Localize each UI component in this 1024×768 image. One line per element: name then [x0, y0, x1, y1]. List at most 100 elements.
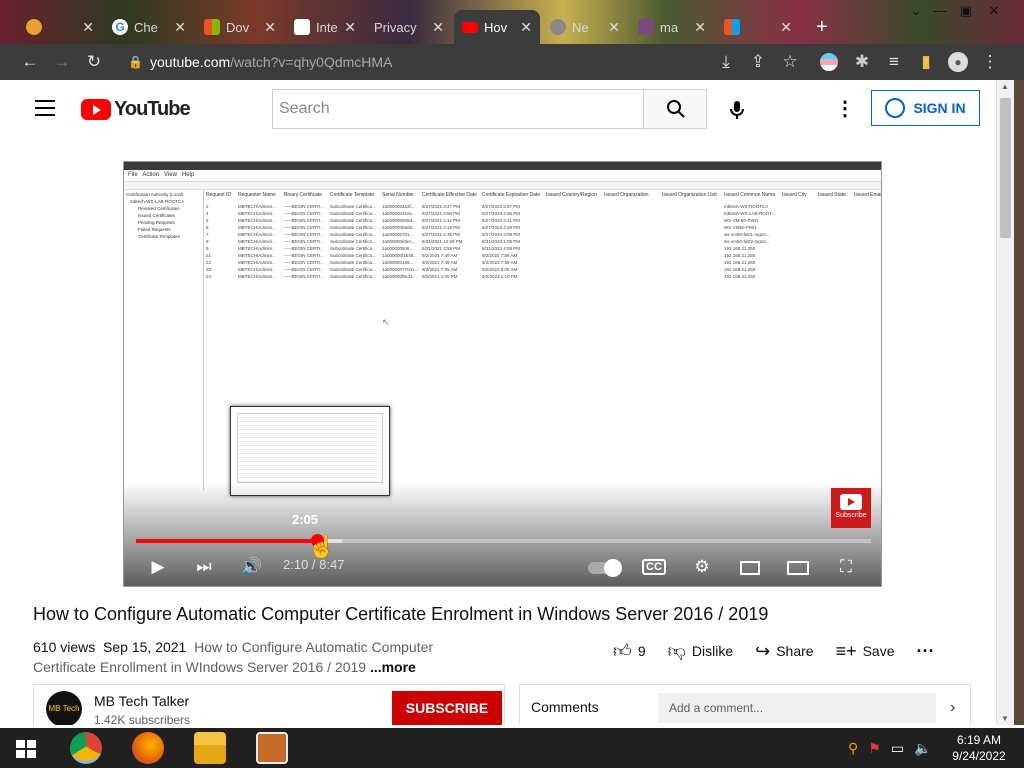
- scrollbar-thumb[interactable]: [1000, 98, 1011, 238]
- share-page-icon[interactable]: ⇪: [748, 52, 768, 72]
- settings-more-icon[interactable]: ⋮: [835, 97, 855, 121]
- table-cell: 192.168.21.250: [724, 246, 756, 251]
- browser-menu-icon[interactable]: ⋮: [980, 52, 1000, 72]
- miniplayer-button[interactable]: [738, 555, 762, 579]
- browser-tab[interactable]: G Che ✕: [104, 10, 194, 44]
- volume-button[interactable]: 🔊: [240, 555, 264, 579]
- reading-list-icon[interactable]: ≡: [884, 52, 904, 72]
- volume-icon[interactable]: 🔈: [914, 740, 931, 757]
- chevron-right-icon[interactable]: ›: [950, 699, 955, 717]
- table-cell: MBTECH\Admini...: [238, 232, 276, 237]
- restore-icon[interactable]: ▣: [954, 2, 978, 20]
- column-header: Binary Certificate: [284, 192, 323, 198]
- side-panel-icon[interactable]: ▮: [916, 52, 936, 72]
- forward-icon[interactable]: →: [52, 52, 72, 72]
- close-tab-icon[interactable]: ✕: [608, 19, 620, 36]
- close-tab-icon[interactable]: ✕: [694, 19, 706, 36]
- tree-node: Certification Authority (Local): [126, 192, 184, 197]
- new-tab-button[interactable]: +: [808, 10, 832, 44]
- minimize-icon[interactable]: —: [928, 2, 952, 20]
- browser-tab[interactable]: Inte ✕: [286, 10, 364, 44]
- table-row: 6 MBTECH\Admini... -----BEGIN CERTI... Subo…: [206, 225, 881, 232]
- table-row: 21 MBTECH\Admini... -----BEGIN CERTI... Sub…: [206, 253, 881, 260]
- close-tab-icon[interactable]: ✕: [344, 19, 356, 36]
- browser-tab[interactable]: ✕: [716, 10, 800, 44]
- close-tab-icon[interactable]: ✕: [432, 19, 444, 36]
- table-cell: 8/27/2023 4:21 PM: [482, 218, 521, 223]
- network-icon[interactable]: ⚑: [868, 740, 881, 757]
- windows-start-icon[interactable]: [16, 740, 36, 758]
- theater-mode-button[interactable]: [786, 555, 810, 579]
- video-player[interactable]: File Action View Help Certification Auth…: [123, 161, 882, 587]
- add-comment-input[interactable]: Add a comment...: [658, 693, 936, 723]
- inner-window-menubar: File Action View Help: [124, 170, 881, 182]
- share-button[interactable]: ↪ Share: [755, 640, 813, 662]
- profile-avatar-icon[interactable]: ●: [948, 52, 968, 72]
- file-explorer-icon[interactable]: [194, 732, 226, 764]
- address-bar[interactable]: 🔒 youtube.com/watch?v=qhy0QdmcHMA: [118, 48, 714, 76]
- account-icon: [885, 98, 906, 118]
- tab-search-icon[interactable]: ⌄: [904, 2, 928, 20]
- progress-bar[interactable]: [136, 534, 871, 547]
- table-cell: Subordinate Certifica...: [330, 239, 376, 244]
- like-button[interactable]: 👍︎ 9: [613, 640, 646, 662]
- show-more-link[interactable]: ...more: [370, 659, 416, 675]
- channel-name[interactable]: MB Tech Talker: [94, 693, 189, 709]
- taskbar-clock[interactable]: 6:19 AM 9/24/2022: [944, 732, 1014, 764]
- next-video-button[interactable]: ⏭: [192, 555, 216, 579]
- browser-tab[interactable]: ma ✕: [630, 10, 714, 44]
- settings-gear-icon[interactable]: ⚙: [690, 555, 714, 579]
- autoplay-toggle[interactable]: [588, 555, 624, 579]
- extensions-puzzle-icon[interactable]: ✱: [852, 52, 872, 72]
- page-scrollbar[interactable]: ▲ ▼: [996, 80, 1014, 725]
- close-tab-icon[interactable]: ✕: [264, 19, 276, 36]
- table-cell: 8/27/2021 4:19 PM: [422, 225, 461, 230]
- chrome-icon[interactable]: [70, 732, 102, 764]
- back-icon[interactable]: ←: [20, 52, 40, 72]
- more-actions-icon[interactable]: ···: [917, 640, 935, 662]
- table-cell: 9/2/2021 7:49 AM: [422, 260, 458, 265]
- close-tab-icon[interactable]: ✕: [82, 19, 94, 36]
- table-cell: 24: [206, 274, 212, 279]
- browser-tab[interactable]: ✕: [18, 10, 102, 44]
- browser-tab[interactable]: Privacy ✕: [366, 10, 452, 44]
- action-center-icon[interactable]: ▭: [891, 740, 904, 757]
- browser-tab[interactable]: Dov ✕: [196, 10, 284, 44]
- bookmark-star-icon[interactable]: ☆: [780, 52, 800, 72]
- youtube-logo[interactable]: YouTube: [81, 98, 191, 121]
- video-description[interactable]: 610 views Sep 15, 2021 How to Configure …: [33, 637, 473, 677]
- comments-card[interactable]: Comments Add a comment... ›: [519, 684, 971, 725]
- subscribe-button[interactable]: SUBSCRIBE: [392, 691, 502, 725]
- search-input[interactable]: Search: [272, 89, 644, 129]
- dislike-button[interactable]: 👎︎ Dislike: [668, 640, 734, 662]
- captions-button[interactable]: CC: [642, 555, 666, 579]
- fullscreen-button[interactable]: ⛶: [834, 555, 858, 579]
- search-button[interactable]: [643, 89, 707, 129]
- tree-node: Pending Requests: [138, 220, 175, 225]
- save-button[interactable]: ≡+ Save: [836, 640, 895, 662]
- app-icon[interactable]: [256, 732, 288, 764]
- windows-taskbar: ⚲ ⚑ ▭ 🔈 6:19 AM 9/24/2022: [0, 728, 1024, 768]
- browser-tab-active[interactable]: Hov ✕: [454, 10, 540, 44]
- search-icon[interactable]: ⚲: [848, 740, 858, 757]
- voice-search-button[interactable]: [725, 98, 749, 122]
- table-cell: 7: [206, 232, 209, 237]
- extension-flag-icon[interactable]: [820, 53, 838, 71]
- close-window-icon[interactable]: ✕: [982, 2, 1006, 20]
- table-cell: Subordinate Certifica...: [330, 253, 376, 258]
- table-cell: 8/27/2021 4:39 PM: [422, 232, 461, 237]
- channel-avatar[interactable]: MB Tech Talker: [46, 691, 82, 725]
- close-tab-icon[interactable]: ✕: [780, 19, 792, 36]
- hamburger-menu-icon[interactable]: [35, 100, 55, 116]
- firefox-icon[interactable]: [132, 732, 164, 764]
- play-button[interactable]: ▶: [146, 555, 170, 579]
- table-cell: 8/31/2021 12:59 PM: [422, 239, 463, 244]
- close-tab-icon[interactable]: ✕: [520, 19, 532, 36]
- reload-icon[interactable]: ↻: [84, 52, 104, 72]
- close-tab-icon[interactable]: ✕: [174, 19, 186, 36]
- browser-tab[interactable]: Ne ✕: [542, 10, 628, 44]
- sign-in-button[interactable]: SIGN IN: [871, 90, 980, 126]
- install-app-icon[interactable]: ⤓: [716, 52, 736, 72]
- subscribe-watermark[interactable]: Subscribe: [831, 488, 871, 528]
- page-icon: [638, 19, 654, 35]
